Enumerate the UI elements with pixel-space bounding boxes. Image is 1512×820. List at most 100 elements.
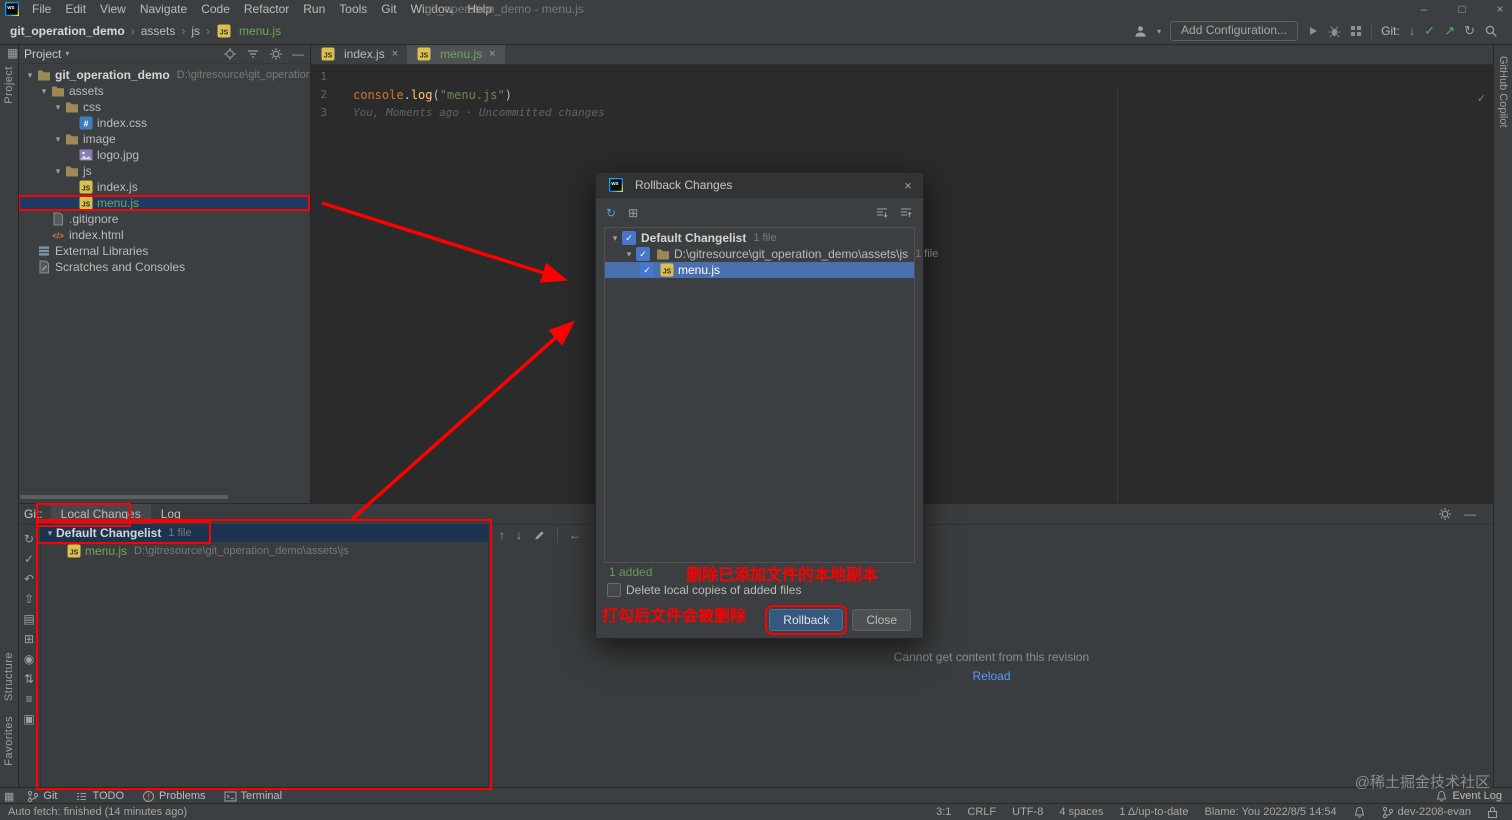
collapse-all-icon[interactable]: ≡ (25, 692, 32, 706)
coverage-icon[interactable] (1350, 25, 1362, 37)
inspections-ok-icon[interactable]: ✓ (1478, 91, 1485, 105)
dialog-close-icon[interactable]: × (901, 178, 915, 193)
dialog-changelist-row[interactable]: ▾ Default Changelist 1 file (605, 230, 914, 246)
menu-navigate[interactable]: Navigate (133, 0, 194, 18)
tool-tab-todo[interactable]: TODO (66, 788, 133, 804)
delete-local-copies-option[interactable]: Delete local copies of added files (606, 583, 801, 597)
changelist-icon[interactable]: ▤ (23, 612, 34, 626)
menu-edit[interactable]: Edit (58, 0, 93, 18)
refresh-changes-icon[interactable]: ↻ (606, 206, 616, 220)
tree-item-index-js[interactable]: ▸ JS index.js (18, 179, 310, 195)
close-button[interactable]: × (1494, 0, 1506, 18)
tab-local-changes[interactable]: Local Changes (50, 504, 151, 524)
details-icon[interactable]: ▣ (23, 712, 34, 726)
editor-body[interactable]: ✓ 1 2 console.log("menu.js") 3 You, Mome… (311, 65, 1494, 524)
chevron-down-icon[interactable]: ▾ (65, 49, 69, 58)
tab-index-js[interactable]: JS index.js × (311, 44, 407, 64)
notifications-icon[interactable] (1353, 806, 1366, 819)
tree-item-project-root[interactable]: ▾ git_operation_demo D:\gitresource\git_… (18, 67, 310, 83)
back-icon[interactable]: ← (569, 528, 581, 542)
reload-link[interactable]: Reload (489, 669, 1494, 683)
menu-code[interactable]: Code (194, 0, 237, 18)
tree-item-image[interactable]: ▾ image (18, 131, 310, 147)
rollback-icon[interactable]: ↶ (24, 572, 34, 586)
add-configuration-button[interactable]: Add Configuration... (1170, 21, 1299, 41)
tool-strip-project[interactable]: Project (3, 66, 15, 104)
previous-change-icon[interactable]: ↑ (499, 528, 505, 542)
breadcrumb-menu-js[interactable]: menu.js (239, 24, 281, 38)
tree-item-scratches[interactable]: ▸ Scratches and Consoles (18, 259, 310, 275)
shelve-icon[interactable]: ⇧ (24, 592, 34, 606)
breadcrumb-project[interactable]: git_operation_demo (10, 24, 125, 38)
tool-tab-git[interactable]: Git (18, 788, 66, 804)
maximize-button[interactable]: □ (1456, 0, 1468, 18)
menu-file[interactable]: File (25, 0, 58, 18)
next-change-icon[interactable]: ↓ (516, 528, 522, 542)
git-update-icon[interactable]: ↓ (1409, 24, 1416, 38)
menu-run[interactable]: Run (296, 0, 332, 18)
chevron-down-icon[interactable]: ▾ (44, 528, 56, 539)
tree-item-menu-js[interactable]: ▸ JS menu.js (18, 195, 310, 211)
directory-checkbox[interactable] (636, 247, 650, 261)
group-by-icon[interactable]: ⊞ (24, 632, 34, 646)
collapse-all-icon[interactable] (899, 206, 913, 220)
expand-all-icon[interactable] (875, 206, 889, 220)
dialog-file-row[interactable]: JS menu.js (605, 262, 914, 278)
lock-icon[interactable] (1487, 806, 1498, 819)
locate-file-icon[interactable] (223, 47, 237, 61)
changelist-row[interactable]: ▾ Default Changelist 1 file (40, 524, 488, 542)
chevron-down-icon[interactable]: ▾ (52, 134, 64, 145)
tool-windows-icon[interactable]: ▦ (0, 790, 18, 803)
tool-strip-github-copilot[interactable]: GitHub Copilot (1497, 56, 1509, 128)
tool-strip-favorites[interactable]: Favorites (3, 716, 15, 766)
commit-icon[interactable]: ✓ (24, 552, 34, 566)
close-tab-icon[interactable]: × (392, 48, 398, 60)
edit-source-icon[interactable] (533, 529, 546, 542)
tree-item-css[interactable]: ▾ css (18, 99, 310, 115)
file-encoding[interactable]: UTF-8 (1012, 806, 1043, 818)
expand-all-icon[interactable]: ⇅ (24, 672, 34, 686)
tree-item-external-libraries[interactable]: ▸ External Libraries (18, 243, 310, 259)
project-panel-title[interactable]: Project (24, 47, 61, 61)
chevron-down-icon[interactable]: ▾ (52, 166, 64, 177)
tab-menu-js[interactable]: JS menu.js × (407, 44, 505, 64)
tree-item-index-html[interactable]: ▸ </> index.html (18, 227, 310, 243)
settings-gear-icon[interactable] (1438, 507, 1452, 521)
refresh-icon[interactable]: ↻ (24, 532, 34, 546)
preview-diff-icon[interactable]: ◉ (24, 652, 34, 666)
menu-refactor[interactable]: Refactor (237, 0, 296, 18)
menu-tools[interactable]: Tools (332, 0, 374, 18)
settings-gear-icon[interactable] (269, 47, 283, 61)
group-by-icon[interactable]: ⊞ (628, 206, 638, 220)
menu-view[interactable]: View (93, 0, 133, 18)
hide-panel-icon[interactable]: — (1464, 507, 1476, 521)
chevron-down-icon[interactable]: ▾ (609, 233, 621, 244)
chevron-down-icon[interactable]: ▾ (24, 70, 36, 81)
tool-windows-icon[interactable]: ▦ (3, 46, 22, 60)
git-history-icon[interactable]: ↻ (1464, 24, 1475, 38)
tree-item-gitignore[interactable]: ▸ .gitignore (18, 211, 310, 227)
close-tab-icon[interactable]: × (489, 48, 495, 60)
tree-item-assets[interactable]: ▾ assets (18, 83, 310, 99)
tool-strip-structure[interactable]: Structure (3, 652, 15, 701)
indent-style[interactable]: 4 spaces (1059, 806, 1103, 818)
minimize-button[interactable]: – (1418, 0, 1430, 18)
tool-tab-problems[interactable]: Problems (133, 788, 214, 804)
git-commit-icon[interactable]: ✓ (1424, 24, 1435, 38)
git-push-icon[interactable]: ↗ (1444, 24, 1455, 38)
blame-info[interactable]: Blame: You 2022/8/5 14:54 (1204, 806, 1336, 818)
view-options-icon[interactable] (246, 47, 260, 61)
run-icon[interactable] (1307, 25, 1319, 37)
changelist-checkbox[interactable] (622, 231, 636, 245)
dialog-directory-row[interactable]: ▾ D:\gitresource\git_operation_demo\asse… (605, 246, 938, 262)
tool-tab-terminal[interactable]: Terminal (215, 788, 292, 804)
event-log-button[interactable]: Event Log (1435, 790, 1512, 803)
rollback-button[interactable]: Rollback (765, 605, 848, 635)
chevron-down-icon[interactable]: ▾ (623, 249, 635, 260)
tree-item-index-css[interactable]: ▸ # index.css (18, 115, 310, 131)
tree-item-js[interactable]: ▾ js (18, 163, 310, 179)
breadcrumb-assets[interactable]: assets (141, 24, 176, 38)
hide-panel-icon[interactable]: — (292, 47, 304, 61)
sync-status[interactable]: 1 Δ/up-to-date (1119, 806, 1188, 818)
breadcrumb-js[interactable]: js (191, 24, 200, 38)
